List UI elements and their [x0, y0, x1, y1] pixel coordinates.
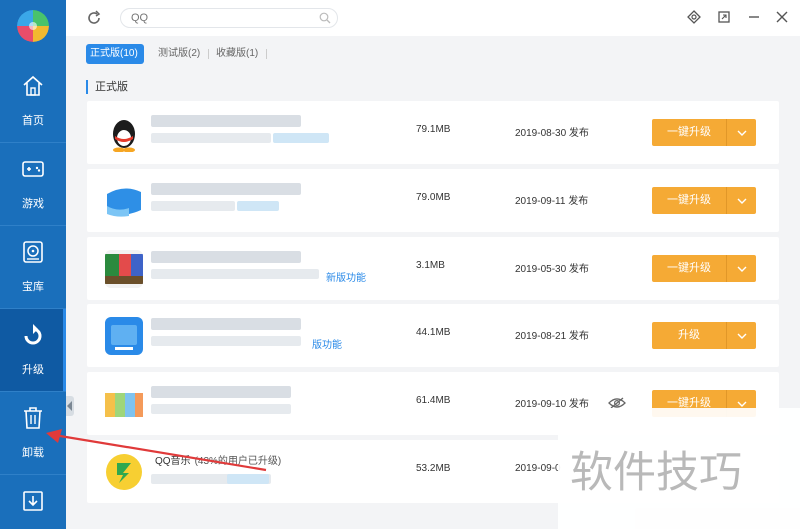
app-row: 79.0MB 2019-09-11 发布 一键升级 [87, 169, 779, 232]
file-size: 53.2MB [416, 463, 451, 474]
app-name-redacted [151, 183, 301, 195]
chevron-down-icon [737, 130, 747, 136]
search-input[interactable] [131, 11, 311, 25]
new-features-link[interactable]: 版功能 [312, 336, 342, 351]
gamepad-icon [22, 161, 44, 177]
sidebar-item-label: 宝库 [22, 281, 44, 293]
top-bar [66, 0, 800, 36]
sidebar-item-games[interactable]: 游戏 [0, 143, 66, 226]
disc-icon [23, 241, 43, 263]
restore-window-icon[interactable] [717, 10, 731, 24]
settings-icon[interactable] [687, 10, 701, 24]
tab-beta[interactable]: 测试版(2) [158, 44, 200, 64]
search-box [120, 8, 338, 28]
one-click-upgrade-button[interactable]: 一键升级 [652, 119, 726, 146]
search-icon[interactable] [319, 12, 331, 24]
file-size: 79.1MB [416, 124, 451, 135]
tab-divider [266, 49, 267, 59]
upgrade-button-group: 一键升级 [652, 255, 756, 282]
app-icon [105, 250, 143, 288]
annotation-arrow [46, 429, 267, 472]
chevron-down-icon [737, 198, 747, 204]
one-click-upgrade-button[interactable]: 一键升级 [652, 255, 726, 282]
chevron-down-icon [737, 266, 747, 272]
new-features-link-redacted [273, 133, 329, 143]
download-icon [23, 491, 43, 511]
app-row: 79.1MB 2019-08-30 发布 一键升级 [87, 101, 779, 164]
tab-favorites[interactable]: 收藏版(1) [216, 44, 258, 64]
sidebar-item-label: 游戏 [22, 198, 44, 210]
close-icon[interactable] [775, 10, 789, 24]
app-name-redacted [151, 318, 301, 330]
sidebar-item-label: 升级 [22, 364, 44, 376]
upgrade-options-dropdown[interactable] [726, 322, 756, 349]
app-name-redacted [151, 386, 291, 398]
chevron-down-icon [737, 401, 747, 407]
minimize-icon[interactable] [747, 10, 761, 24]
app-icon [105, 385, 143, 423]
watermark-text: 软件技巧 [570, 448, 742, 498]
upgrade-button-group: 一键升级 [652, 119, 756, 146]
tab-divider [208, 49, 209, 59]
refresh-icon[interactable] [86, 10, 102, 26]
sidebar-item-home[interactable]: 首页 [0, 60, 66, 143]
app-name-redacted [151, 115, 301, 127]
file-size: 3.1MB [416, 260, 445, 271]
file-size: 61.4MB [416, 395, 451, 406]
file-size: 44.1MB [416, 327, 451, 338]
sidebar-item-download[interactable] [0, 475, 66, 529]
chevron-down-icon [737, 333, 747, 339]
upgrade-button-group: 升级 [652, 322, 756, 349]
upgrade-button[interactable]: 升级 [652, 322, 726, 349]
sidebar-item-library[interactable]: 宝库 [0, 226, 66, 309]
app-desc-redacted [151, 336, 301, 346]
release-date: 2019-08-30 发布 [515, 128, 589, 139]
upgrade-options-dropdown[interactable] [726, 255, 756, 282]
section-accent-bar [86, 80, 88, 94]
app-desc-redacted [151, 201, 235, 211]
new-features-link-redacted [237, 201, 279, 211]
watermark-overlay: 软件技巧 [558, 408, 800, 529]
release-date: 2019-09-0 [515, 463, 561, 474]
file-size: 79.0MB [416, 192, 451, 203]
release-date: 2019-09-11 发布 [515, 196, 589, 207]
app-desc-redacted [151, 269, 319, 279]
home-icon [23, 75, 43, 96]
sidebar-item-upgrade[interactable]: 升级 [0, 309, 66, 392]
section-title: 正式版 [95, 81, 128, 93]
upgrade-button-group: 一键升级 [652, 187, 756, 214]
app-name-redacted [151, 251, 301, 263]
upgrade-options-dropdown[interactable] [726, 187, 756, 214]
upgrade-options-dropdown[interactable] [726, 119, 756, 146]
app-row: 版功能 44.1MB 2019-08-21 发布 升级 [87, 304, 779, 367]
one-click-upgrade-button[interactable]: 一键升级 [652, 187, 726, 214]
new-features-link-redacted [227, 474, 269, 484]
app-row: 新版功能 3.1MB 2019-05-30 发布 一键升级 [87, 237, 779, 300]
tab-stable[interactable]: 正式版(10) [86, 44, 144, 64]
upgrade-arrow-icon [24, 324, 42, 345]
app-icon [105, 114, 143, 152]
app-desc-redacted [151, 133, 271, 143]
release-date: 2019-05-30 发布 [515, 264, 589, 275]
sidebar-collapse-handle[interactable] [66, 396, 74, 416]
sidebar-item-label: 首页 [22, 115, 44, 127]
new-features-link[interactable]: 新版功能 [326, 269, 366, 284]
app-desc-redacted [151, 404, 291, 414]
app-logo [17, 10, 49, 42]
release-date: 2019-08-21 发布 [515, 331, 589, 342]
app-icon [105, 317, 143, 355]
app-icon [105, 182, 143, 220]
